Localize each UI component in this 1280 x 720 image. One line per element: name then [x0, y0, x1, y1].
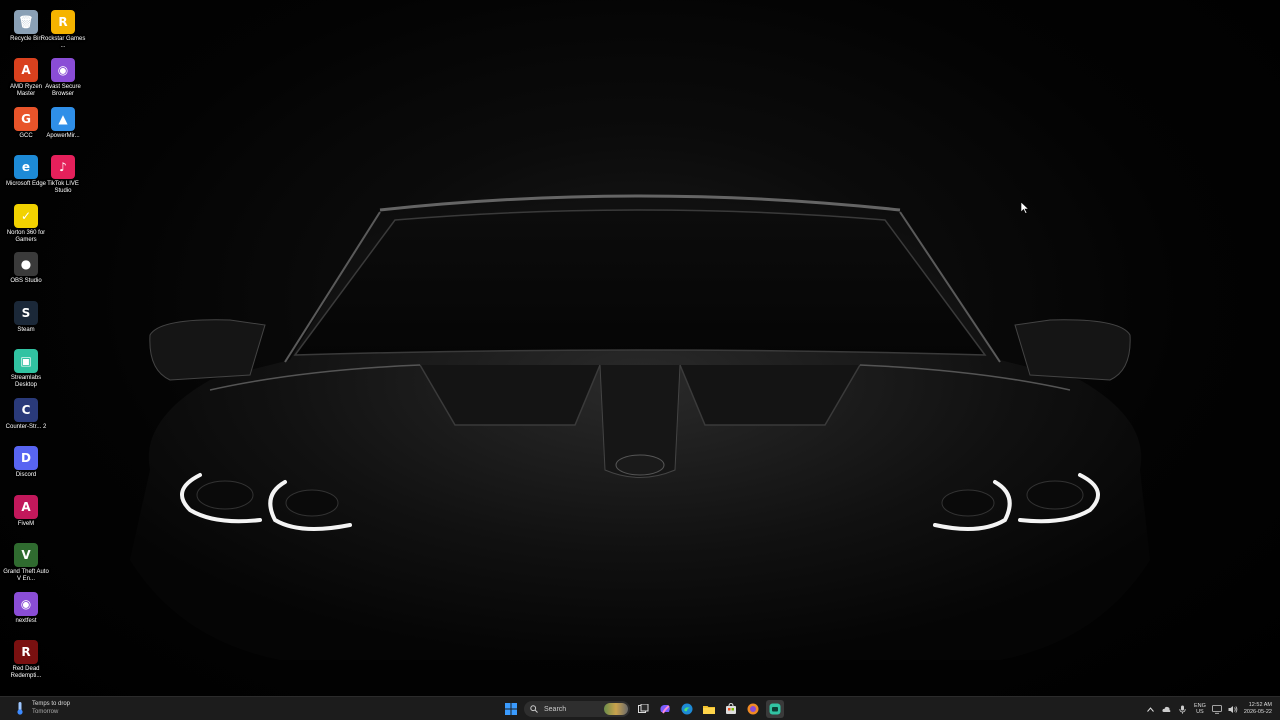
desktop-icon-counter-strike[interactable]: C Counter-Str... 2: [3, 398, 49, 431]
clock[interactable]: 12:52 AM 2026-05-22: [1244, 702, 1272, 716]
mouse-cursor-icon: [1021, 202, 1029, 214]
desktop-icon-label: Discord: [15, 472, 37, 478]
red-dead-icon: R: [14, 640, 38, 664]
taskbar-edge-button[interactable]: [678, 700, 696, 718]
copilot-button[interactable]: [656, 700, 674, 718]
recycle-bin-icon: 🗑: [14, 10, 38, 34]
tray-app-icon[interactable]: [1162, 704, 1172, 714]
start-button[interactable]: [502, 700, 520, 718]
copilot-icon: [660, 705, 670, 714]
desktop-icon-label: Counter-Str... 2: [5, 424, 47, 430]
desktop-icon-label: TikTok LIVE Studio: [47, 181, 79, 194]
search-placeholder: Search: [544, 705, 567, 713]
tiktok-live-icon: ♪: [51, 155, 75, 179]
norton-icon: ✓: [14, 204, 38, 228]
desktop-icon-obs[interactable]: ● OBS Studio: [3, 252, 49, 285]
desktop-icon-label: Rockstar Games ...: [40, 36, 86, 49]
cloud-icon: [1162, 706, 1171, 712]
weather-subtext: Tomorrow: [32, 709, 59, 715]
weather-headline: Temps to drop: [32, 701, 71, 707]
microphone-icon: [1179, 705, 1187, 714]
desktop-icon-red-dead[interactable]: R Red Dead Redempti...: [3, 640, 49, 680]
desktop-icon-label: Norton 360 for Gamers: [6, 230, 46, 243]
avast-browser-icon: ◉: [51, 58, 75, 82]
desktop-icon-streamlabs[interactable]: ▣ Streamlabs Desktop: [3, 349, 49, 389]
taskbar-store-button[interactable]: [722, 700, 740, 718]
amd-ryzen-icon: A: [14, 58, 38, 82]
thermometer-icon: [17, 702, 23, 715]
discord-icon: D: [14, 446, 38, 470]
chevron-up-icon: [1147, 706, 1155, 712]
windows-logo-icon: [505, 703, 517, 715]
task-view-button[interactable]: [634, 700, 652, 718]
desktop-icon-nextfest[interactable]: ◉ nextfest: [3, 592, 49, 625]
desktop-icon-label: nextfest: [15, 618, 37, 624]
desktop-icon-gta[interactable]: V Grand Theft Auto V En...: [3, 543, 49, 583]
taskbar-avast-button[interactable]: [744, 700, 762, 718]
desktop-icon-avast-browser[interactable]: ◉ Avast Secure Browser: [40, 58, 86, 98]
gta-icon: V: [14, 543, 38, 567]
desktop-wallpaper: [0, 0, 1280, 696]
network-button[interactable]: [1211, 704, 1222, 714]
desktop-icon-rockstar[interactable]: R Rockstar Games ...: [40, 10, 86, 50]
show-hidden-icons-button[interactable]: [1146, 704, 1156, 714]
desktop-icon-label: Grand Theft Auto V En...: [3, 569, 49, 582]
steam-icon: S: [14, 301, 38, 325]
desktop-icon-apowermirror[interactable]: ▲ ApowerMir...: [40, 107, 86, 140]
desktop-icon-steam[interactable]: S Steam: [3, 301, 49, 334]
obs-icon: ●: [14, 252, 38, 276]
desktop-icon-tiktok-live[interactable]: ♪ TikTok LIVE Studio: [40, 155, 86, 195]
volume-button[interactable]: [1228, 704, 1238, 714]
region-code: US: [1196, 709, 1204, 715]
system-tray: ENG US 12:52 AM 2026-05-22: [1146, 700, 1272, 718]
desktop-icon-norton[interactable]: ✓ Norton 360 for Gamers: [3, 204, 49, 244]
network-icon: [1211, 704, 1222, 714]
desktop-icon-label: Steam: [17, 327, 35, 333]
avast-browser-icon: [747, 703, 759, 715]
counter-strike-icon: C: [14, 398, 38, 422]
nextfest-icon: ◉: [14, 592, 38, 616]
desktop-icon-label: Streamlabs Desktop: [10, 375, 42, 388]
taskbar-search-box[interactable]: Search: [524, 701, 630, 717]
desktop-icon-label: FiveM: [17, 521, 35, 527]
weather-widget[interactable]: Temps to drop Tomorrow: [14, 700, 70, 716]
edge-icon: [681, 703, 693, 715]
edge-icon: e: [14, 155, 38, 179]
gcc-icon: G: [14, 107, 38, 131]
microphone-button[interactable]: [1178, 704, 1188, 714]
input-language-indicator[interactable]: ENG US: [1194, 703, 1206, 715]
search-icon: [530, 705, 538, 713]
desktop-icon-fivem[interactable]: A FiveM: [3, 495, 49, 528]
store-icon: [726, 703, 736, 714]
desktop-icon-discord[interactable]: D Discord: [3, 446, 49, 479]
streamlabs-icon: ▣: [14, 349, 38, 373]
clock-time: 12:52 AM: [1248, 702, 1272, 708]
search-highlight-image: [604, 703, 628, 715]
task-view-icon: [637, 703, 648, 713]
desktop-icon-label: ApowerMir...: [46, 133, 80, 139]
rockstar-icon: R: [51, 10, 75, 34]
taskbar: Temps to drop Tomorrow Search ENG US 12:…: [0, 696, 1280, 720]
fivem-icon: A: [14, 495, 38, 519]
car-wallpaper-image: [130, 194, 1150, 660]
taskbar-streamlabs-button[interactable]: [766, 700, 784, 718]
streamlabs-icon: [769, 703, 781, 715]
taskbar-center: Search: [502, 700, 784, 718]
speaker-icon: [1228, 705, 1238, 713]
desktop-icon-label: Red Dead Redempti...: [10, 666, 42, 679]
folder-icon: [703, 705, 715, 714]
desktop-icon-label: Avast Secure Browser: [45, 84, 81, 97]
clock-date: 2026-05-22: [1243, 709, 1272, 715]
desktop-icon-label: OBS Studio: [10, 278, 42, 284]
apowermirror-icon: ▲: [51, 107, 75, 131]
taskbar-file-explorer-button[interactable]: [700, 700, 718, 718]
